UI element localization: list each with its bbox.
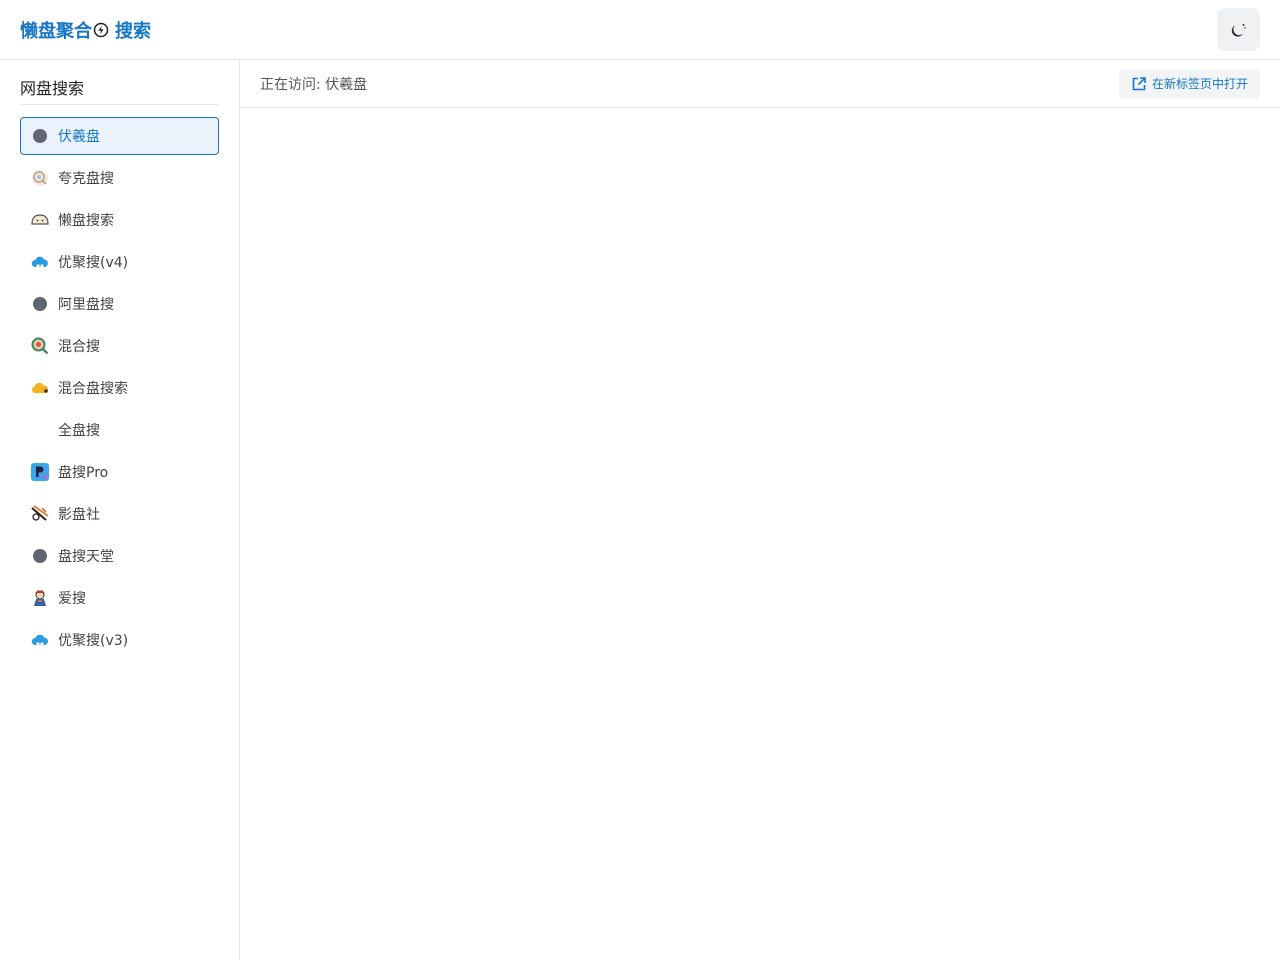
orange-cloud-icon (30, 378, 50, 398)
open-new-tab-button[interactable]: 在新标签页中打开 (1118, 68, 1260, 99)
content-toolbar: 正在访问: 伏羲盘 在新标签页中打开 (240, 60, 1280, 108)
sidebar-item-quanpansou[interactable]: 全盘搜 (20, 411, 219, 449)
logo-text-primary: 懒盘聚合 (20, 20, 92, 42)
magnifier-icon (30, 336, 50, 356)
bun-icon (30, 210, 50, 230)
main-panel: 正在访问: 伏羲盘 在新标签页中打开 (240, 60, 1280, 960)
cloud-icon (30, 630, 50, 650)
content-frame[interactable] (240, 108, 1280, 959)
sidebar-item-label: 优聚搜(v3) (58, 633, 129, 649)
sidebar-item-label: 盘搜Pro (58, 465, 109, 481)
sidebar-menu: 伏羲盘 夸克盘搜 懒盘搜索 优聚搜(v4) 阿里盘搜 混合搜 混合盘搜索 全盘搜… (20, 117, 219, 659)
theme-toggle-button[interactable] (1217, 8, 1260, 51)
moon-icon (1231, 23, 1246, 37)
sidebar-item-quark[interactable]: 夸克盘搜 (20, 159, 219, 197)
logo-mark-icon (93, 22, 109, 38)
cloud-icon (30, 252, 50, 272)
sidebar-item-label: 伏羲盘 (58, 129, 100, 145)
sidebar-item-label: 盘搜天堂 (58, 549, 114, 565)
film-icon (30, 504, 50, 524)
sidebar-item-label: 混合盘搜索 (58, 381, 128, 397)
app-header: 懒盘聚合 搜索 (0, 0, 1280, 60)
character-icon (30, 588, 50, 608)
sidebar-item-label: 影盘社 (58, 507, 100, 523)
dot-icon (30, 546, 50, 566)
sidebar: 网盘搜索 伏羲盘 夸克盘搜 懒盘搜索 优聚搜(v4) 阿里盘搜 混合搜 混合盘搜… (0, 60, 240, 960)
app-logo[interactable]: 懒盘聚合 搜索 (20, 17, 151, 43)
sidebar-item-yingpanshe[interactable]: 影盘社 (20, 495, 219, 533)
logo-text-secondary: 搜索 (115, 20, 151, 42)
sidebar-title: 网盘搜索 (20, 78, 219, 105)
open-new-tab-label: 在新标签页中打开 (1151, 77, 1248, 91)
sidebar-item-alipansou[interactable]: 阿里盘搜 (20, 285, 219, 323)
p-badge-icon (30, 462, 50, 482)
sidebar-item-fuxipan[interactable]: 伏羲盘 (20, 117, 219, 155)
sidebar-item-hunhepansousuo[interactable]: 混合盘搜索 (20, 369, 219, 407)
sidebar-item-youjusou-v3[interactable]: 优聚搜(v3) (20, 621, 219, 659)
sidebar-item-aisou[interactable]: 爱搜 (20, 579, 219, 617)
sidebar-item-label: 混合搜 (58, 339, 100, 355)
sidebar-item-label: 懒盘搜索 (58, 213, 114, 229)
dot-icon (30, 126, 50, 146)
sidebar-item-youjusou-v4[interactable]: 优聚搜(v4) (20, 243, 219, 281)
dot-icon (30, 294, 50, 314)
sidebar-item-label: 优聚搜(v4) (58, 255, 129, 271)
sidebar-item-label: 夸克盘搜 (58, 171, 114, 187)
external-link-icon (1132, 76, 1146, 90)
blank-icon (30, 420, 50, 440)
sidebar-item-label: 全盘搜 (58, 423, 100, 439)
sidebar-item-label: 爱搜 (58, 591, 86, 607)
quark-icon (30, 168, 50, 188)
sidebar-item-pansou-pro[interactable]: 盘搜Pro (20, 453, 219, 491)
sidebar-item-lanpan[interactable]: 懒盘搜索 (20, 201, 219, 239)
sidebar-item-label: 阿里盘搜 (58, 297, 114, 313)
visiting-status: 正在访问: 伏羲盘 (260, 76, 368, 93)
sidebar-item-pansoutiantang[interactable]: 盘搜天堂 (20, 537, 219, 575)
sidebar-item-hunhesou[interactable]: 混合搜 (20, 327, 219, 365)
